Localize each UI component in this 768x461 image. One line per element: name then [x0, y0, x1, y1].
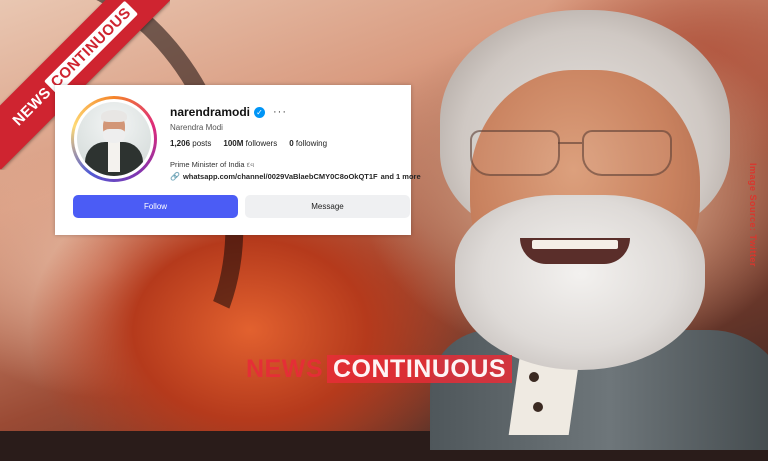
- glasses-bridge: [558, 142, 582, 144]
- posts-count: 1,206: [170, 139, 191, 148]
- full-name: Narendra Modi: [170, 123, 223, 132]
- glasses-lens: [470, 130, 560, 176]
- watermark-news-text: NEWS: [246, 354, 323, 383]
- avatar-frame: [74, 99, 154, 179]
- username-row: narendramodi ✓ ···: [170, 105, 287, 119]
- portrait-glasses: [470, 130, 680, 176]
- follow-button[interactable]: Follow: [73, 195, 238, 218]
- profile-stats: 1,206 posts 100M followers 0 following: [170, 139, 339, 148]
- stat-following[interactable]: 0 following: [289, 139, 327, 148]
- username: narendramodi: [170, 105, 251, 119]
- instagram-profile-card: narendramodi ✓ ··· Narendra Modi 1,206 p…: [55, 85, 421, 235]
- following-count: 0: [289, 139, 294, 148]
- watermark-logo: NEWS CONTINUOUS: [246, 354, 513, 383]
- followers-label: followers: [245, 139, 278, 148]
- ribbon-continuous-text: CONTINUOUS: [43, 0, 138, 95]
- avatar: [77, 102, 151, 176]
- posts-label: posts: [192, 139, 212, 148]
- avatar-story-ring[interactable]: [71, 96, 157, 182]
- bio-text: Prime Minister of India: [170, 160, 245, 169]
- message-button[interactable]: Message: [245, 195, 410, 218]
- avatar-shirt: [108, 142, 120, 172]
- bio-link-more[interactable]: and 1 more: [381, 172, 421, 181]
- stat-posts: 1,206 posts: [170, 139, 211, 148]
- bio-link[interactable]: whatsapp.com/channel/0029VaBlaebCMY0C8oO…: [183, 172, 378, 181]
- portrait-button: [529, 372, 539, 382]
- verified-badge-icon: ✓: [254, 106, 266, 118]
- watermark-continuous-text: CONTINUOUS: [327, 355, 513, 383]
- glasses-lens: [582, 130, 672, 176]
- link-icon: 🔗: [170, 172, 180, 181]
- portrait-button: [533, 402, 543, 412]
- avatar-beard: [103, 129, 125, 143]
- bio-link-row[interactable]: 🔗 whatsapp.com/channel/0029VaBlaebCMY0C8…: [170, 172, 421, 181]
- bio-tail: દવ: [246, 162, 255, 169]
- ribbon-news-text: NEWS: [9, 83, 55, 129]
- stat-followers[interactable]: 100M followers: [223, 139, 277, 148]
- following-label: following: [295, 139, 328, 148]
- portrait-teeth: [532, 240, 618, 249]
- followers-count: 100M: [223, 139, 244, 148]
- image-credit: Image Source: Twitter: [748, 163, 758, 267]
- avatar-hair: [101, 110, 127, 122]
- more-options-icon[interactable]: ···: [273, 107, 287, 118]
- portrait-beard: [455, 195, 705, 370]
- bio: Prime Minister of India દવ: [170, 160, 254, 170]
